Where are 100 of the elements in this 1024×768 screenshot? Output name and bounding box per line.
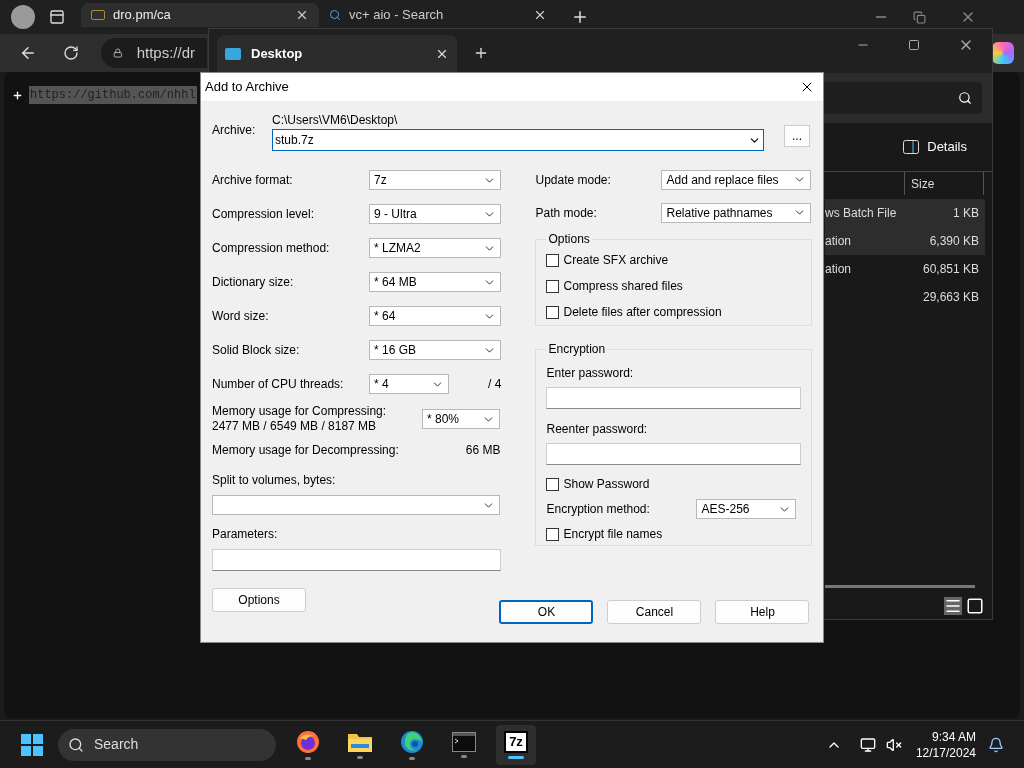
clock-time[interactable]: 9:34 AM [931, 728, 976, 745]
profile-avatar[interactable] [11, 5, 35, 29]
clock-date[interactable]: 12/17/2024 [915, 744, 976, 761]
field-label: Number of CPU threads: [212, 376, 345, 393]
dropdown[interactable]: 9 - Ultra [369, 204, 501, 224]
search-icon [329, 9, 341, 21]
browser-icon[interactable] [296, 729, 320, 754]
taskbar-search[interactable]: Search [58, 728, 276, 761]
copilot-icon[interactable] [992, 42, 1014, 64]
thread-max: / 4 [488, 376, 502, 393]
field-label: Memory usage for Compressing: [212, 404, 388, 419]
browser-icon[interactable] [400, 729, 424, 754]
reload-icon[interactable] [63, 45, 79, 61]
details-view-icon[interactable] [944, 597, 962, 615]
volume-icon[interactable] [885, 736, 902, 753]
dropdown[interactable]: * LZMA2 [369, 238, 501, 258]
dropdown[interactable]: Add and replace files [661, 169, 812, 190]
archiver-icon[interactable]: 7z [504, 730, 528, 753]
dropdown[interactable]: * 4 [369, 374, 449, 394]
explorer-tab[interactable]: Desktop [217, 35, 457, 73]
restore-icon[interactable] [913, 10, 926, 24]
dialog-button[interactable]: Help [715, 600, 810, 624]
file-row[interactable]: ws Batch File 1 KB [825, 199, 985, 227]
tiles-view-icon[interactable] [966, 597, 984, 615]
tab-actions-icon[interactable] [49, 9, 65, 25]
browser-tab[interactable]: dro.pm/ca [81, 3, 319, 27]
search-icon [68, 736, 84, 753]
field-label: Dictionary size: [212, 274, 295, 291]
options-button[interactable]: Options [212, 588, 306, 612]
field-label: Word size: [212, 308, 270, 325]
dropdown[interactable]: AES-256 [696, 499, 797, 519]
search-icon [958, 91, 972, 105]
file-row[interactable]: 29,663 KB [825, 283, 985, 311]
network-icon[interactable] [859, 736, 876, 753]
dropdown[interactable]: * 80% [422, 409, 500, 429]
dropdown[interactable]: * 64 [369, 306, 501, 326]
file-size: 60,851 KB [921, 261, 980, 278]
checkbox-label: Create SFX archive [563, 252, 669, 269]
notification-icon[interactable] [988, 736, 1004, 753]
file-size: 6,390 KB [928, 233, 980, 250]
file-type: ation [825, 234, 852, 248]
field-label: Split to volumes, bytes: [212, 472, 337, 489]
file-row[interactable]: ation 60,851 KB [825, 255, 985, 283]
group-title: Options [547, 231, 591, 248]
browse-button[interactable]: ... [784, 125, 810, 147]
browser-tab[interactable]: vc+ aio - Search [319, 3, 557, 27]
details-pane-icon [903, 140, 920, 154]
dialog-button[interactable]: Cancel [607, 600, 702, 624]
dropdown[interactable]: * 16 GB [369, 340, 501, 360]
checkbox[interactable] [546, 279, 560, 293]
taskbar-app[interactable]: 7z [496, 724, 536, 765]
back-icon[interactable] [19, 44, 37, 62]
dialog-title: Add to Archive [205, 78, 289, 97]
checkbox[interactable] [546, 253, 560, 267]
archive-path: C:\Users\VM6\Desktop\ [272, 112, 399, 129]
memory-value: 66 MB [465, 442, 502, 459]
field-label: Solid Block size: [212, 342, 301, 359]
file-row[interactable]: ation 6,390 KB [825, 227, 985, 255]
memory-values: 2477 MB / 6549 MB / 8187 MB [212, 419, 378, 434]
group-title: Encryption [547, 341, 607, 358]
field-label: Compression method: [212, 240, 331, 257]
field-label: Compression level: [212, 206, 316, 223]
checkbox-label: Show Password [563, 476, 650, 493]
dropdown[interactable]: * 64 MB [369, 272, 501, 292]
lock-icon [113, 46, 123, 60]
address-bar[interactable]: https://dr [101, 38, 207, 68]
checkbox-label: Delete files after compression [563, 304, 722, 321]
field-label: Enter password: [546, 365, 635, 382]
page-icon [91, 10, 105, 20]
checkbox[interactable] [546, 305, 560, 319]
details-button[interactable]: Details [903, 137, 967, 157]
checkbox[interactable] [546, 527, 560, 541]
file-size: 1 KB [952, 205, 980, 222]
field-label: Path mode: [535, 204, 598, 222]
archive-label: Archive: [212, 122, 257, 139]
dialog-button[interactable]: OK [499, 600, 594, 624]
checkbox[interactable] [546, 477, 560, 491]
close-icon[interactable] [295, 8, 309, 22]
parameters-field[interactable] [212, 549, 502, 571]
password-field[interactable] [546, 443, 801, 465]
column-header[interactable]: Size [904, 172, 984, 195]
new-tab-icon[interactable] [473, 45, 489, 61]
file-type: ation [825, 262, 852, 276]
archive-combobox[interactable]: stub.7z [272, 129, 764, 151]
field-label: Parameters: [212, 526, 279, 543]
dropdown[interactable]: 7z [369, 170, 501, 190]
field-label: Update mode: [535, 171, 612, 189]
start-icon[interactable] [21, 733, 43, 756]
field-label: Archive format: [212, 172, 294, 189]
checkbox-label: Encrypt file names [563, 526, 663, 543]
close-icon[interactable] [533, 8, 547, 22]
dropdown[interactable]: Relative pathnames [661, 202, 812, 223]
plus-icon [12, 89, 23, 101]
terminal-icon[interactable] [452, 731, 476, 752]
desktop-icon [225, 48, 241, 60]
maximize-icon[interactable] [908, 39, 920, 51]
new-tab-icon[interactable] [571, 8, 589, 26]
file-size: 29,663 KB [921, 289, 980, 306]
password-field[interactable] [546, 387, 801, 409]
close-icon[interactable] [435, 47, 449, 61]
